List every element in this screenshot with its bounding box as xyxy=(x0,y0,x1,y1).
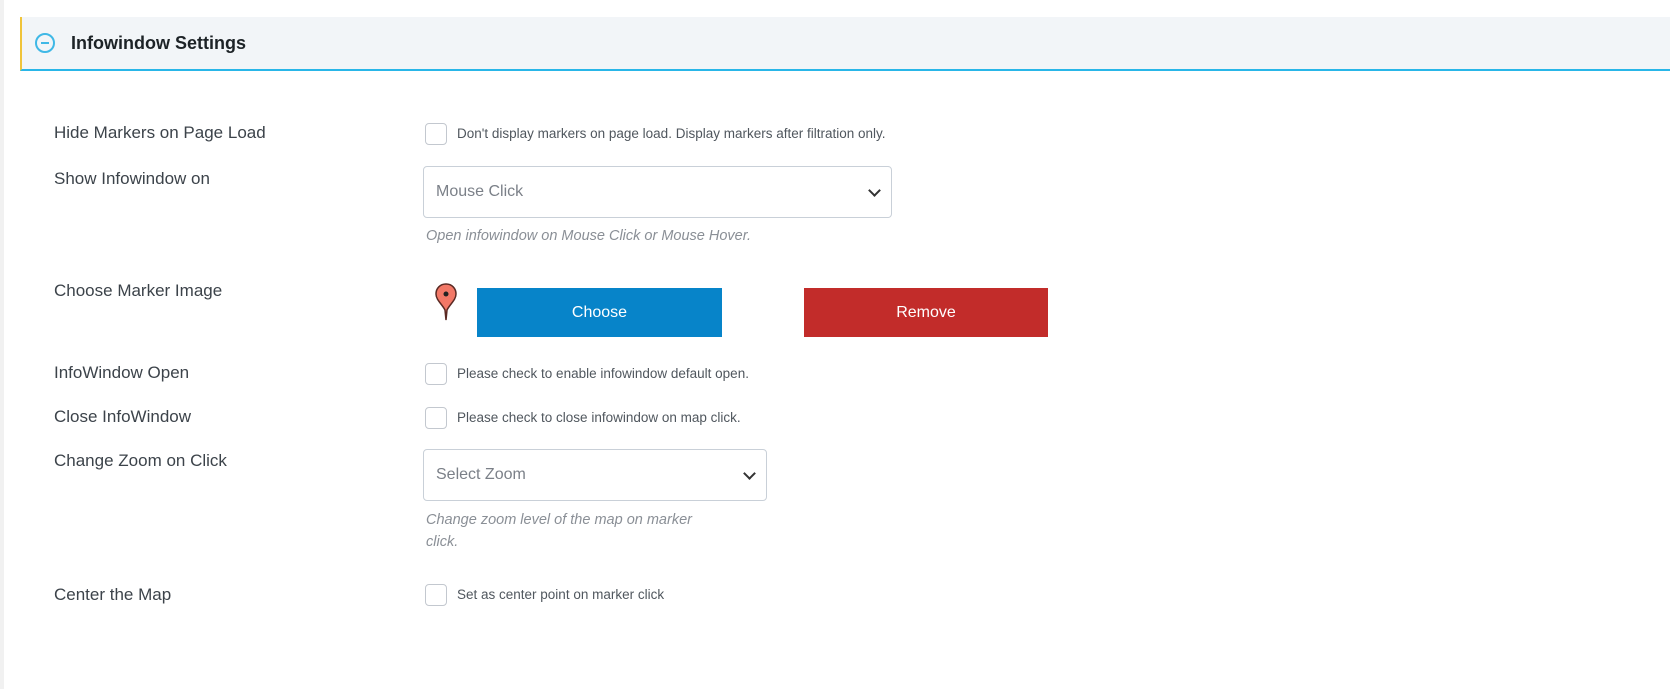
page-border xyxy=(0,0,4,689)
show-infowindow-value: Mouse Click xyxy=(436,183,524,200)
chevron-down-icon xyxy=(743,467,756,480)
remove-button[interactable]: Remove xyxy=(804,288,1048,337)
center-map-label: Center the Map xyxy=(54,585,172,604)
marker-image-label: Choose Marker Image xyxy=(54,281,223,300)
section-title: Infowindow Settings xyxy=(71,32,246,53)
hide-markers-label: Hide Markers on Page Load xyxy=(54,123,266,142)
hide-markers-description: Don't display markers on page load. Disp… xyxy=(457,126,886,141)
choose-button[interactable]: Choose xyxy=(477,288,722,337)
hide-markers-checkbox[interactable] xyxy=(425,123,447,145)
center-map-description: Set as center point on marker click xyxy=(457,587,665,602)
change-zoom-hint: Change zoom level of the map on marker c… xyxy=(426,509,692,553)
center-map-checkbox[interactable] xyxy=(425,584,447,606)
close-infowindow-description: Please check to close infowindow on map … xyxy=(457,410,741,425)
change-zoom-hint-line2: click. xyxy=(426,534,459,550)
show-infowindow-hint: Open infowindow on Mouse Click or Mouse … xyxy=(426,228,752,244)
change-zoom-hint-line1: Change zoom level of the map on marker xyxy=(426,512,692,528)
change-zoom-label: Change Zoom on Click xyxy=(54,451,227,470)
show-infowindow-label: Show Infowindow on xyxy=(54,169,210,188)
infowindow-open-description: Please check to enable infowindow defaul… xyxy=(457,366,749,381)
infowindow-open-checkbox[interactable] xyxy=(425,363,447,385)
change-zoom-value: Select Zoom xyxy=(436,466,526,483)
infowindow-open-label: InfoWindow Open xyxy=(54,363,190,382)
close-infowindow-label: Close InfoWindow xyxy=(54,407,192,426)
change-zoom-select[interactable]: Select Zoom xyxy=(423,449,767,501)
section-header[interactable]: Infowindow Settings xyxy=(20,17,1670,71)
collapse-minus-icon[interactable] xyxy=(35,33,55,53)
close-infowindow-checkbox[interactable] xyxy=(425,407,447,429)
map-marker-icon xyxy=(435,283,457,321)
chevron-down-icon xyxy=(868,184,881,197)
show-infowindow-select[interactable]: Mouse Click xyxy=(423,166,892,218)
